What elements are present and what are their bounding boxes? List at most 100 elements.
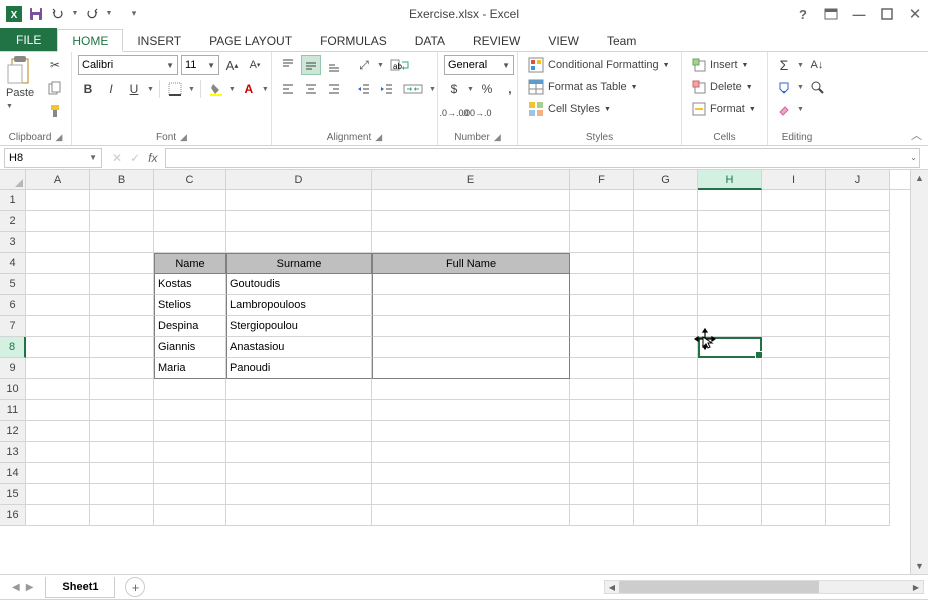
scroll-down-icon[interactable]: ▼: [911, 558, 928, 574]
close-icon[interactable]: ✕: [906, 5, 924, 23]
cell[interactable]: [570, 463, 634, 484]
cell[interactable]: [826, 421, 890, 442]
row-header[interactable]: 10: [0, 379, 26, 400]
format-as-table-button[interactable]: Format as Table▼: [524, 77, 642, 97]
cell[interactable]: [634, 379, 698, 400]
column-header[interactable]: A: [26, 170, 90, 189]
row-header[interactable]: 5: [0, 274, 26, 295]
cell[interactable]: Stelios: [154, 295, 226, 316]
save-icon[interactable]: [26, 4, 46, 24]
format-cells-button[interactable]: Format▼: [688, 99, 760, 119]
cell[interactable]: [762, 337, 826, 358]
cell[interactable]: [634, 316, 698, 337]
tab-formulas[interactable]: FORMULAS: [306, 30, 401, 51]
decrease-font-icon[interactable]: A▾: [245, 55, 265, 75]
cell[interactable]: [570, 484, 634, 505]
cell[interactable]: [570, 442, 634, 463]
cell[interactable]: [634, 421, 698, 442]
cell[interactable]: [372, 400, 570, 421]
cell[interactable]: [372, 337, 570, 358]
cut-icon[interactable]: ✂: [45, 55, 65, 75]
tab-view[interactable]: VIEW: [534, 30, 593, 51]
undo-icon[interactable]: [48, 4, 68, 24]
border-button[interactable]: [165, 79, 185, 99]
row-header[interactable]: 16: [0, 505, 26, 526]
cell[interactable]: [762, 421, 826, 442]
increase-font-icon[interactable]: A▴: [222, 55, 242, 75]
cell[interactable]: [90, 358, 154, 379]
comma-format-icon[interactable]: ,: [500, 79, 520, 99]
cell[interactable]: [570, 274, 634, 295]
add-sheet-button[interactable]: +: [125, 577, 145, 597]
select-all-corner[interactable]: [0, 170, 26, 189]
column-header[interactable]: E: [372, 170, 570, 189]
row-header[interactable]: 4: [0, 253, 26, 274]
cell[interactable]: [570, 337, 634, 358]
redo-icon[interactable]: [82, 4, 102, 24]
clear-icon[interactable]: [774, 99, 794, 119]
cell[interactable]: [154, 442, 226, 463]
cell[interactable]: [762, 442, 826, 463]
sheet-tab[interactable]: Sheet1: [45, 577, 115, 598]
cell[interactable]: [698, 295, 762, 316]
dialog-launcher-icon[interactable]: ◢: [494, 132, 501, 143]
cell[interactable]: [570, 358, 634, 379]
cell[interactable]: [762, 253, 826, 274]
cell[interactable]: [698, 316, 762, 337]
cell[interactable]: [26, 505, 90, 526]
cell[interactable]: [26, 190, 90, 211]
cell[interactable]: [634, 232, 698, 253]
cell[interactable]: [762, 463, 826, 484]
cell[interactable]: [762, 295, 826, 316]
row-header[interactable]: 7: [0, 316, 26, 337]
cell[interactable]: [26, 232, 90, 253]
cell[interactable]: [762, 232, 826, 253]
cell[interactable]: [826, 337, 890, 358]
cell[interactable]: [698, 421, 762, 442]
cell[interactable]: [90, 295, 154, 316]
cell[interactable]: [634, 190, 698, 211]
cell[interactable]: [698, 337, 762, 358]
cell[interactable]: [372, 379, 570, 400]
decrease-decimal-icon[interactable]: .00→.0: [467, 103, 487, 123]
cell-styles-button[interactable]: Cell Styles▼: [524, 99, 615, 119]
sort-filter-icon[interactable]: A↓: [807, 55, 827, 75]
orientation-icon[interactable]: ⤢: [354, 55, 374, 75]
cell[interactable]: [154, 505, 226, 526]
tab-team[interactable]: Team: [593, 30, 650, 51]
expand-formula-icon[interactable]: ⌄: [910, 153, 917, 162]
cell[interactable]: [26, 463, 90, 484]
cell[interactable]: [90, 211, 154, 232]
cell[interactable]: [826, 190, 890, 211]
cell[interactable]: Giannis: [154, 337, 226, 358]
cell[interactable]: [26, 484, 90, 505]
cell[interactable]: Anastasiou: [226, 337, 372, 358]
cell[interactable]: [226, 421, 372, 442]
column-header[interactable]: J: [826, 170, 890, 189]
fill-icon[interactable]: [774, 77, 794, 97]
tab-review[interactable]: REVIEW: [459, 30, 534, 51]
vertical-scrollbar[interactable]: ▲ ▼: [910, 170, 928, 574]
cell[interactable]: [826, 505, 890, 526]
cell[interactable]: Lambropouloos: [226, 295, 372, 316]
column-header[interactable]: H: [698, 170, 762, 190]
cell[interactable]: Panoudi: [226, 358, 372, 379]
cell[interactable]: [634, 295, 698, 316]
cell[interactable]: [226, 484, 372, 505]
cell[interactable]: [634, 274, 698, 295]
cell[interactable]: [762, 358, 826, 379]
cell[interactable]: [26, 295, 90, 316]
dialog-launcher-icon[interactable]: ◢: [180, 132, 187, 143]
cell[interactable]: [90, 505, 154, 526]
cell[interactable]: [762, 400, 826, 421]
cell[interactable]: [90, 442, 154, 463]
sheet-next-icon[interactable]: ▶: [26, 582, 34, 593]
cell[interactable]: [26, 253, 90, 274]
cell[interactable]: Full Name: [372, 253, 570, 274]
cell[interactable]: [698, 211, 762, 232]
cell[interactable]: [26, 358, 90, 379]
sheet-prev-icon[interactable]: ◀: [12, 582, 20, 593]
cell[interactable]: [372, 442, 570, 463]
cell[interactable]: [826, 463, 890, 484]
underline-button[interactable]: U: [124, 79, 144, 99]
